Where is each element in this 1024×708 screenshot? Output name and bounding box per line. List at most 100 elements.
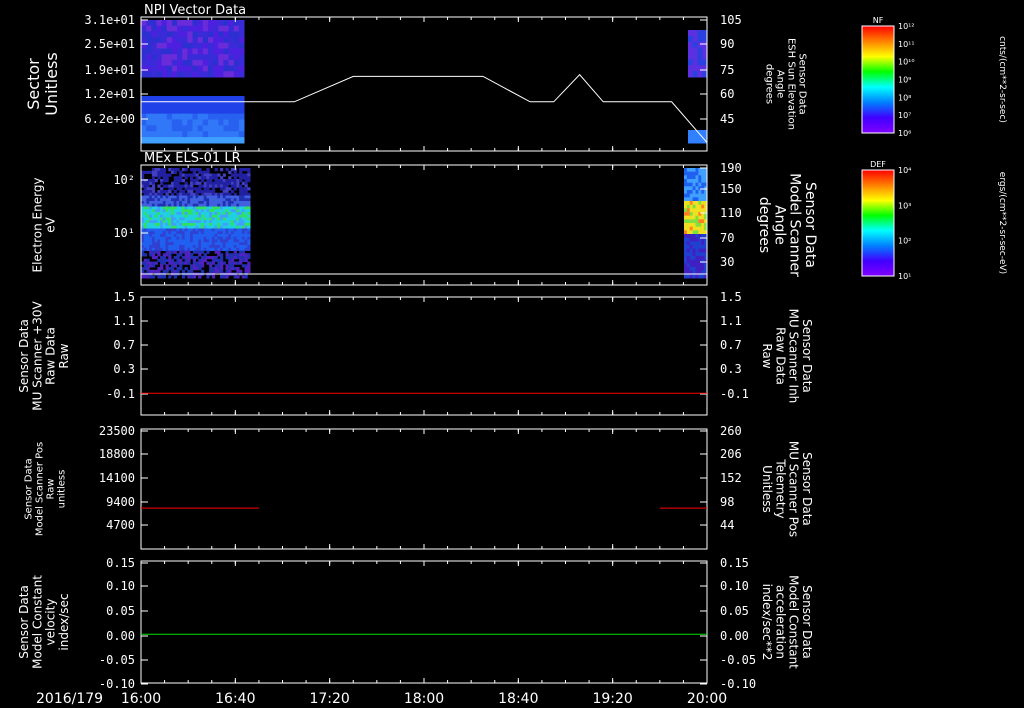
heatmap-cell xyxy=(686,230,691,235)
heatmap-cell xyxy=(177,107,183,115)
heatmap-cell xyxy=(238,25,245,32)
x-tick-label: 17:20 xyxy=(309,691,349,707)
heatmap-cell xyxy=(192,71,199,78)
y2-axis-label: Sensor Data xyxy=(797,53,808,114)
heatmap-cell xyxy=(182,101,188,109)
heatmap-cell xyxy=(156,37,163,44)
heatmap-cell xyxy=(698,204,702,209)
heatmap-cell xyxy=(688,130,694,137)
heatmap-cell xyxy=(207,101,214,109)
heatmap-cell xyxy=(223,48,230,55)
heatmap-cell xyxy=(233,119,240,126)
heatmap-cell xyxy=(213,131,219,138)
heatmap-cell xyxy=(192,131,199,138)
heatmap-cell xyxy=(238,107,245,115)
y2-tick-label: 0.00 xyxy=(720,629,749,643)
heatmap-cell xyxy=(171,59,178,67)
heatmap-cell xyxy=(166,101,173,109)
heatmap-cell xyxy=(689,197,694,202)
heatmap-cell xyxy=(689,234,694,239)
heatmap-cell xyxy=(213,107,219,115)
heatmap-cell xyxy=(202,20,209,27)
heatmap-cell xyxy=(689,208,694,213)
y2-tick-label: 0.05 xyxy=(720,604,749,618)
heatmap-cell xyxy=(238,113,245,120)
y2-tick-label: 110 xyxy=(720,206,742,220)
heatmap-cell xyxy=(207,107,214,115)
heatmap-cell xyxy=(688,47,694,54)
heatmap-cell xyxy=(213,101,219,109)
heatmap-cell xyxy=(182,20,188,27)
heatmap-cell xyxy=(141,137,147,144)
heatmap-cell xyxy=(182,54,188,61)
heatmap-cell xyxy=(686,241,691,246)
y2-axis-label: MU Scanner Pos xyxy=(787,441,801,537)
heatmap-cell xyxy=(218,113,224,120)
heatmap-cell xyxy=(211,275,216,279)
plot-frame xyxy=(140,296,708,416)
heatmap-cell xyxy=(695,234,699,239)
heatmap-cell xyxy=(238,37,245,44)
heatmap-cell xyxy=(197,131,204,138)
heatmap-cell xyxy=(166,31,173,38)
heatmap-cell xyxy=(689,212,694,217)
heatmap-cell xyxy=(684,204,688,209)
heatmap-cell xyxy=(223,119,230,126)
panel-4-axes: 23500 18800 14100 9400 4700 260 206 152 98 44 Sens… xyxy=(24,424,814,537)
heatmap-cell xyxy=(697,136,703,144)
heatmap-cell xyxy=(151,71,157,78)
heatmap-cell xyxy=(213,37,219,44)
heatmap-cell xyxy=(228,65,235,72)
heatmap-cell xyxy=(701,267,705,272)
heatmap-cell xyxy=(161,25,168,32)
colorbar-gradient xyxy=(861,25,895,134)
colorbar-tick-label: 10⁹ xyxy=(898,76,911,85)
heatmap-cell xyxy=(228,119,235,126)
y2-axis-label: Sensor Data xyxy=(800,585,814,659)
heatmap-cell xyxy=(213,31,219,38)
heatmap-cell xyxy=(156,48,163,55)
heatmap-cell xyxy=(692,193,696,198)
heatmap-cell xyxy=(692,179,696,184)
y2-axis-label: acceleration xyxy=(773,585,787,659)
heatmap-cell xyxy=(171,107,178,115)
heatmap-cell xyxy=(223,31,230,38)
heatmap-cell xyxy=(233,42,240,49)
heatmap-cell xyxy=(207,65,214,72)
heatmap-cell xyxy=(177,71,183,78)
heatmap-cell xyxy=(698,175,702,180)
heatmap-cell xyxy=(202,137,209,144)
heatmap-cell xyxy=(689,267,694,272)
heatmap-cell xyxy=(684,219,688,224)
y-tick-label: 2.5e+01 xyxy=(84,37,135,51)
heatmap-cell xyxy=(182,119,188,126)
heatmap-cell xyxy=(197,37,204,44)
heatmap-cell xyxy=(689,204,694,209)
heatmap-cell xyxy=(697,71,703,78)
heatmap-cell xyxy=(197,71,204,78)
heatmap-cell xyxy=(238,131,245,138)
colorbar-tick-label: 10¹ xyxy=(898,272,911,281)
heatmap-cell xyxy=(692,245,696,250)
heatmap-cell xyxy=(187,107,193,115)
heatmap-cell xyxy=(192,119,199,126)
heatmap-cell xyxy=(182,65,188,72)
heatmap-cell xyxy=(213,54,219,61)
heatmap-cell xyxy=(688,71,694,78)
heatmap-cell xyxy=(207,125,214,132)
heatmap-cell xyxy=(151,59,157,67)
heatmap-cell xyxy=(698,171,702,176)
heatmap-cell xyxy=(197,31,204,38)
heatmap-cell xyxy=(161,59,168,67)
heatmap-cell xyxy=(695,252,699,257)
heatmap-cell xyxy=(698,179,702,184)
y-tick-label: 10² xyxy=(113,173,135,187)
heatmap-cell xyxy=(192,113,199,120)
heatmap-cell xyxy=(695,256,699,261)
y2-axis-label: Telemetry xyxy=(773,458,787,518)
heatmap-cell xyxy=(684,267,688,272)
heatmap-cell xyxy=(701,248,705,253)
heatmap-cell xyxy=(223,137,230,144)
heatmap-cell xyxy=(689,223,694,228)
heatmap-cell xyxy=(171,48,178,55)
